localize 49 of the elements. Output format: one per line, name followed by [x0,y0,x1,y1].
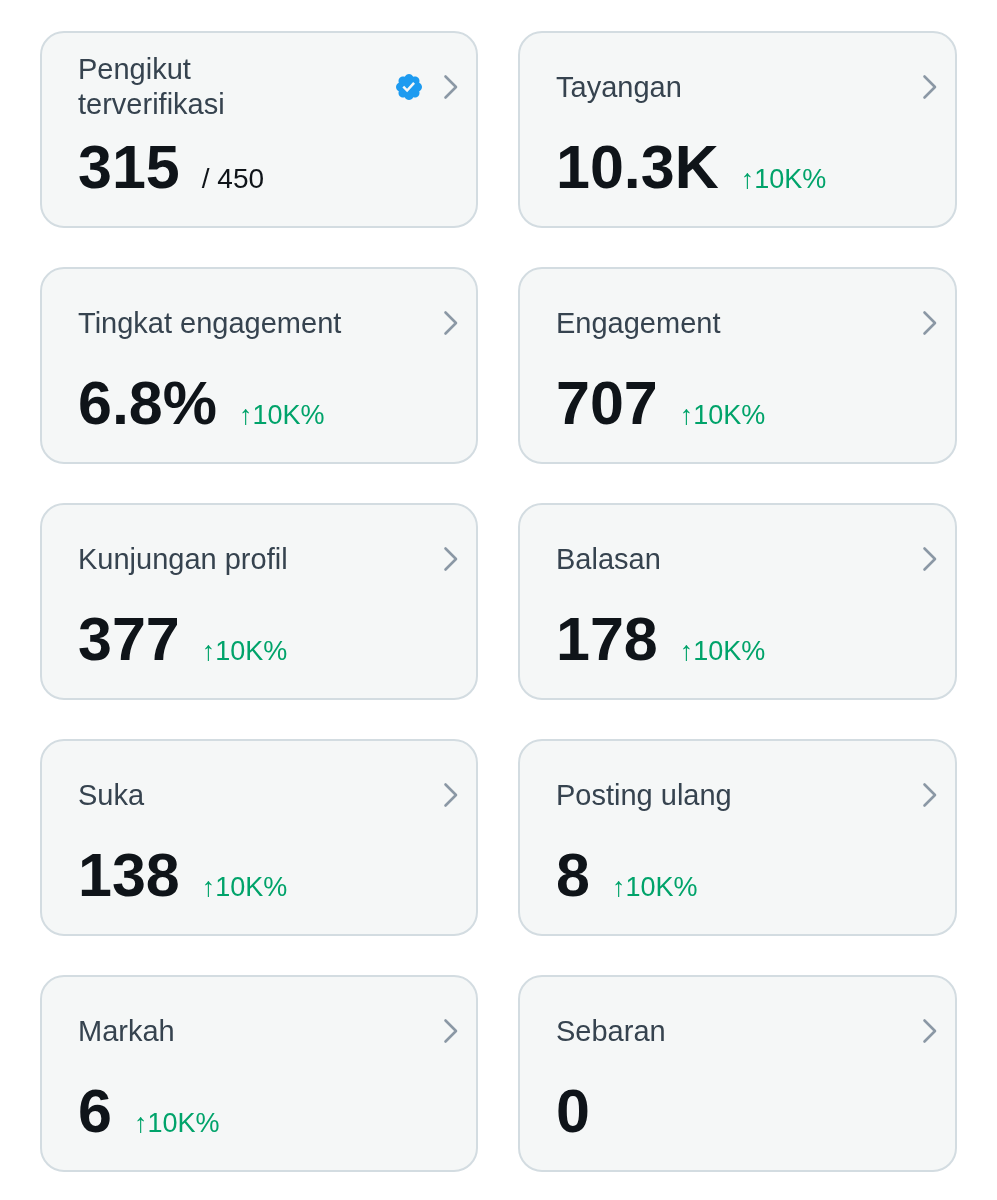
chevron-right-icon[interactable] [443,310,459,336]
metric-value: 6.8% [78,372,218,434]
metric-card[interactable]: Engagement 707 ↑10K% [518,267,957,464]
chevron-right-icon[interactable] [922,782,938,808]
metric-value: 377 [78,608,180,670]
metric-title: Tayangan [556,69,682,105]
metric-card[interactable]: Balasan 178 ↑10K% [518,503,957,700]
metric-value: 8 [556,844,590,906]
chevron-right-icon[interactable] [922,1018,938,1044]
metric-title: Pengikut terverifikasi [78,52,226,122]
metric-value: 6 [78,1080,112,1142]
change-text: ↑10K% [201,635,288,667]
metric-card[interactable]: Tingkat engagement 6.8% ↑10K% [40,267,478,464]
metric-title: Balasan [556,541,661,577]
metric-card[interactable]: Posting ulang 8 ↑10K% [518,739,957,936]
metric-total: / 450 [201,163,265,195]
change-text: ↑10K% [740,163,827,195]
metric-value: 0 [556,1080,590,1142]
metric-title: Kunjungan profil [78,541,288,577]
metric-value: 707 [556,372,658,434]
metric-value: 178 [556,608,658,670]
metric-title: Tingkat engagement [78,305,342,341]
change-text: ↑10K% [679,399,766,431]
chevron-right-icon[interactable] [922,546,938,572]
metric-title: Posting ulang [556,777,732,813]
metric-card[interactable]: Sebaran 0 [518,975,957,1172]
chevron-right-icon[interactable] [443,546,459,572]
metric-title: Suka [78,777,145,813]
metric-value: 138 [78,844,180,906]
metric-title: Markah [78,1013,175,1049]
metric-card[interactable]: Suka 138 ↑10K% [40,739,478,936]
metric-card[interactable]: Kunjungan profil 377 ↑10K% [40,503,478,700]
chevron-right-icon[interactable] [922,310,938,336]
change-text: ↑10K% [133,1107,220,1139]
metric-title: Engagement [556,305,721,341]
chevron-right-icon[interactable] [443,74,459,100]
change-text: ↑10K% [239,399,325,431]
metric-value: 10.3K [556,136,719,198]
metric-card[interactable]: Markah 6 ↑10K% [40,975,478,1172]
change-text: ↑10K% [201,871,288,903]
chevron-right-icon[interactable] [922,74,938,100]
metric-card[interactable]: Tayangan 10.3K ↑10K% [518,31,957,228]
change-text: ↑10K% [611,871,698,903]
change-text: ↑10K% [679,635,766,667]
metric-value: 315 [78,136,180,198]
metric-title: Sebaran [556,1013,666,1049]
chevron-right-icon[interactable] [443,782,459,808]
chevron-right-icon[interactable] [443,1018,459,1044]
metric-card[interactable]: Pengikut terverifikasi 315 / 450 [40,31,478,228]
